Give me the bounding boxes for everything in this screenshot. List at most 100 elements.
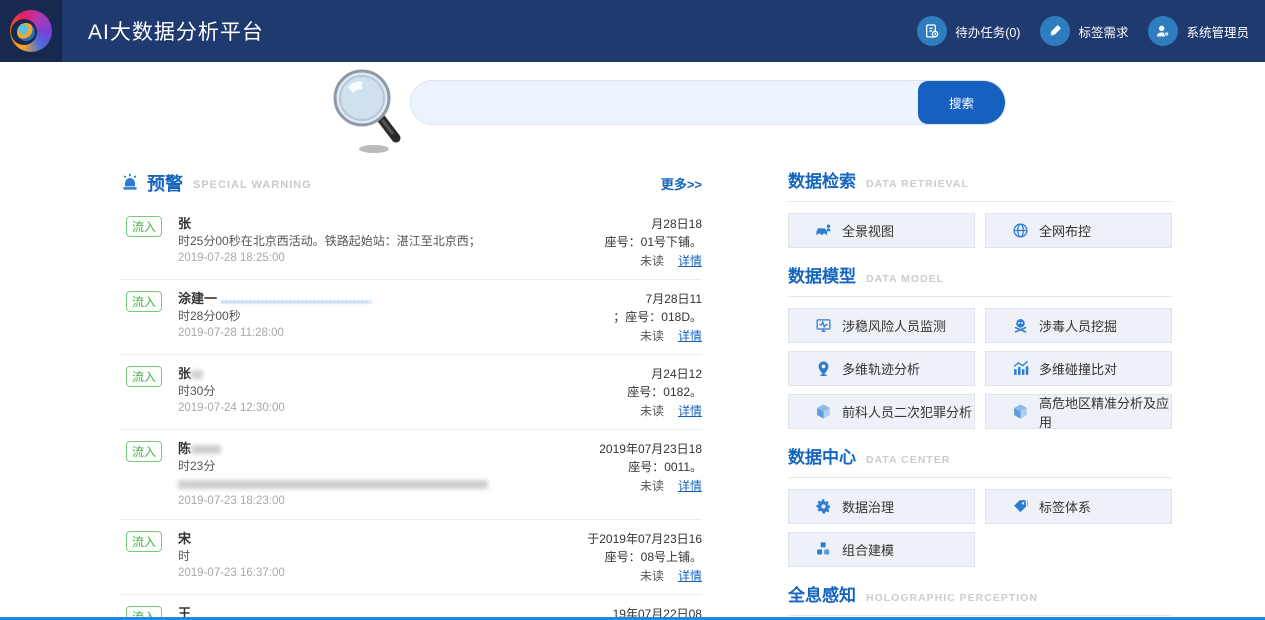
tool-button-label: 标签体系 bbox=[1039, 497, 1091, 516]
gear-icon bbox=[815, 498, 832, 515]
panorama-view-button[interactable]: 全景视图 bbox=[788, 213, 975, 248]
section-title: 数据中心 bbox=[788, 443, 856, 468]
person-name: 张 bbox=[178, 216, 191, 231]
warning-detail-text: 时23分 bbox=[178, 457, 522, 493]
search-input[interactable] bbox=[411, 81, 918, 124]
detail-link[interactable]: 详情 bbox=[678, 329, 702, 343]
warning-list-item: 流入 涂建一 时28分00秒 2019-07-28 11:28:00 7月28日… bbox=[120, 279, 702, 354]
car-person-icon bbox=[815, 222, 832, 239]
warning-list-item: 流入 宋 时 2019-07-23 16:37:00 于2019年07月23日1… bbox=[120, 519, 702, 594]
warning-detail-text: 时30分 bbox=[178, 382, 522, 400]
tag-request-icon bbox=[1040, 16, 1070, 46]
monitor-waveform-icon bbox=[815, 317, 832, 334]
tool-button-label: 前科人员二次犯罪分析 bbox=[842, 402, 972, 421]
search-box: 搜索 bbox=[410, 80, 1006, 125]
search-section: 搜索 bbox=[0, 62, 1265, 165]
tags-icon bbox=[1012, 498, 1029, 515]
section-title: 数据检索 bbox=[788, 167, 856, 192]
section-title: 全息感知 bbox=[788, 581, 856, 606]
unread-label: 未读 bbox=[640, 479, 664, 493]
person-name: 陈 bbox=[178, 441, 191, 456]
redacted-text bbox=[178, 480, 488, 489]
inflow-badge: 流入 bbox=[126, 216, 162, 237]
tag-system-button[interactable]: 标签体系 bbox=[985, 489, 1172, 524]
warning-seat-text: 座号：0182。 bbox=[522, 383, 702, 401]
navbar-actions: 待办任务(0) 标签需求 系统管理员 bbox=[917, 16, 1265, 46]
unread-label: 未读 bbox=[640, 569, 664, 583]
redacted-text bbox=[191, 445, 221, 454]
combined-modeling-button[interactable]: 组合建模 bbox=[788, 532, 975, 567]
tool-button-label: 多维碰撞比对 bbox=[1039, 359, 1117, 378]
warning-detail-text: 时 bbox=[178, 547, 522, 565]
section-subtitle: DATA CENTER bbox=[866, 454, 950, 466]
search-button[interactable]: 搜索 bbox=[918, 81, 1005, 124]
warning-timestamp: 2019-07-28 11:28:00 bbox=[178, 325, 522, 342]
tool-button-label: 全网布控 bbox=[1039, 221, 1091, 240]
detail-link[interactable]: 详情 bbox=[678, 479, 702, 493]
warning-detail-text: 时28分00秒 bbox=[178, 307, 522, 325]
warning-seat-text: 座号：08号上铺。 bbox=[522, 548, 702, 566]
unread-label: 未读 bbox=[640, 329, 664, 343]
admin-user-icon bbox=[1148, 16, 1178, 46]
section-header-data-retrieval: 数据检索 DATA RETRIEVAL bbox=[788, 167, 1172, 202]
drug-person-mining-button[interactable]: 涉毒人员挖掘 bbox=[985, 308, 1172, 343]
warning-date-text: 7月28日11 bbox=[522, 290, 702, 308]
warning-seat-text: 座号：01号下铺。 bbox=[522, 233, 702, 251]
redacted-text bbox=[191, 370, 203, 379]
person-name: 宋 bbox=[178, 531, 191, 546]
warning-timestamp: 2019-07-24 12:30:00 bbox=[178, 400, 522, 417]
section-subtitle: DATA RETRIEVAL bbox=[866, 178, 969, 190]
nav-item-todo-tasks[interactable]: 待办任务(0) bbox=[917, 16, 1020, 46]
tool-button-label: 数据治理 bbox=[842, 497, 894, 516]
tool-button-label: 涉稳风险人员监测 bbox=[842, 316, 946, 335]
multidim-collision-button[interactable]: 多维碰撞比对 bbox=[985, 351, 1172, 386]
warning-list-item: 流入 张 时25分00秒在北京西活动。铁路起始站：湛江至北京西； 2019-07… bbox=[120, 205, 702, 279]
person-name: 张 bbox=[178, 366, 191, 381]
app-title: AI大数据分析平台 bbox=[88, 16, 264, 46]
cube-3d-icon bbox=[815, 403, 832, 420]
high-risk-area-analysis-button[interactable]: 高危地区精准分析及应用 bbox=[985, 394, 1172, 429]
nav-item-label: 标签需求 bbox=[1078, 22, 1128, 41]
bar-chart-trend-icon bbox=[1012, 360, 1029, 377]
section-header-data-model: 数据模型 DATA MODEL bbox=[788, 262, 1172, 297]
detail-link[interactable]: 详情 bbox=[678, 569, 702, 583]
warning-detail-text: 时25分00秒在北京西活动。铁路起始站：湛江至北京西； bbox=[178, 232, 522, 250]
multidim-trajectory-button[interactable]: 多维轨迹分析 bbox=[788, 351, 975, 386]
nav-item-label: 系统管理员 bbox=[1186, 22, 1249, 41]
detail-link[interactable]: 详情 bbox=[678, 254, 702, 268]
nav-item-admin-user[interactable]: 系统管理员 bbox=[1148, 16, 1249, 46]
more-link[interactable]: 更多>> bbox=[661, 174, 702, 193]
warning-date-text: 于2019年07月23日16 bbox=[522, 530, 702, 548]
section-header-data-center: 数据中心 DATA CENTER bbox=[788, 443, 1172, 478]
person-name: 涂建一 bbox=[178, 291, 217, 306]
inflow-badge: 流入 bbox=[126, 441, 162, 462]
cube-3d-icon bbox=[1012, 403, 1029, 420]
unread-label: 未读 bbox=[640, 404, 664, 418]
globe-swirl-logo-icon bbox=[10, 10, 52, 52]
inflow-badge: 流入 bbox=[126, 366, 162, 387]
warning-timestamp: 2019-07-23 18:23:00 bbox=[178, 493, 522, 510]
tool-button-label: 涉毒人员挖掘 bbox=[1039, 316, 1117, 335]
tools-panel: 数据检索 DATA RETRIEVAL 全景视图 全网布控 数据模型 DATA … bbox=[788, 167, 1172, 620]
data-governance-button[interactable]: 数据治理 bbox=[788, 489, 975, 524]
network-surveillance-button[interactable]: 全网布控 bbox=[985, 213, 1172, 248]
redacted-text bbox=[221, 296, 371, 303]
section-subtitle: DATA MODEL bbox=[866, 273, 944, 285]
map-pin-icon bbox=[815, 360, 832, 377]
skull-crossbones-icon bbox=[1012, 317, 1029, 334]
warning-seat-text: ；座号：018D。 bbox=[522, 308, 702, 326]
warning-subtitle: SPECIAL WARNING bbox=[193, 179, 312, 191]
unread-label: 未读 bbox=[640, 254, 664, 268]
recidivism-analysis-button[interactable]: 前科人员二次犯罪分析 bbox=[788, 394, 975, 429]
nav-item-label: 待办任务(0) bbox=[955, 22, 1020, 41]
tool-button-label: 全景视图 bbox=[842, 221, 894, 240]
warning-panel: 预警 SPECIAL WARNING 更多>> 流入 张 时25分00秒在北京西… bbox=[120, 167, 702, 620]
warning-list: 流入 张 时25分00秒在北京西活动。铁路起始站：湛江至北京西； 2019-07… bbox=[120, 205, 702, 620]
warning-list-item: 流入 张 时30分 2019-07-24 12:30:00 月24日12 座号：… bbox=[120, 354, 702, 429]
section-header-holographic-perception: 全息感知 HOLOGRAPHIC PERCEPTION bbox=[788, 581, 1172, 616]
top-navbar: AI大数据分析平台 待办任务(0) 标签需求 系统管理员 bbox=[0, 0, 1265, 62]
detail-link[interactable]: 详情 bbox=[678, 404, 702, 418]
nav-item-tag-request[interactable]: 标签需求 bbox=[1040, 16, 1128, 46]
stability-risk-monitor-button[interactable]: 涉稳风险人员监测 bbox=[788, 308, 975, 343]
app-logo[interactable] bbox=[0, 0, 62, 62]
